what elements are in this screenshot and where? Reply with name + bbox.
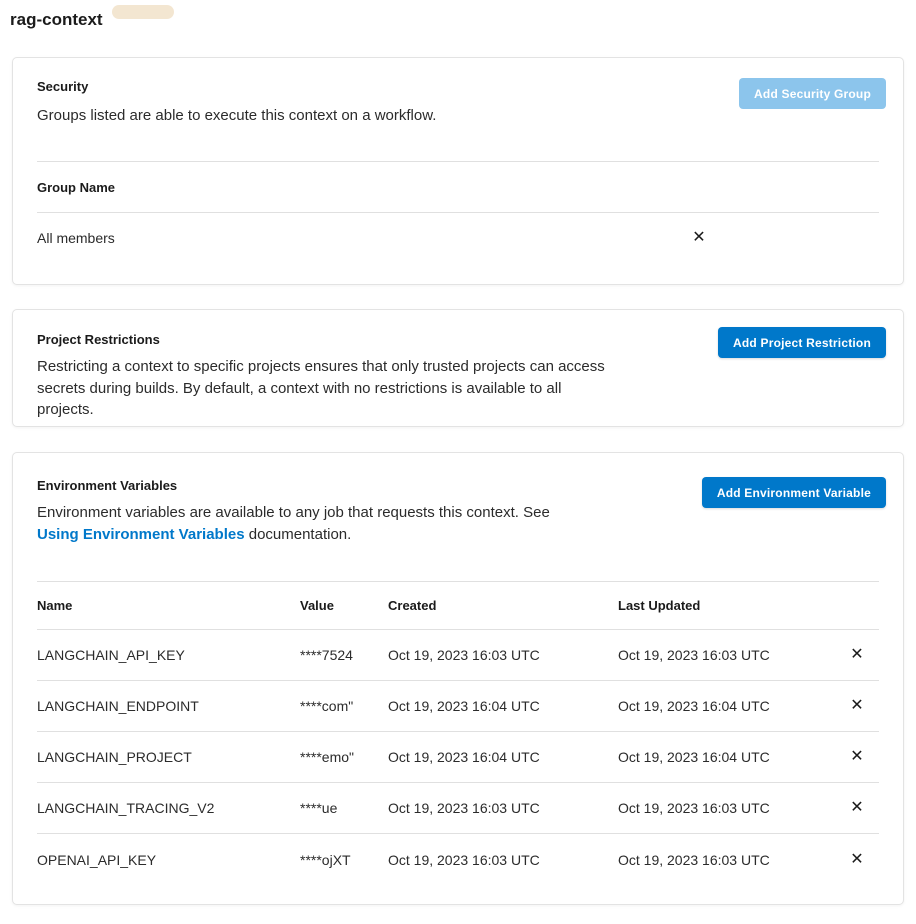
env-var-created: Oct 19, 2023 16:04 UTC — [388, 698, 540, 714]
description-text: Environment variables are available to a… — [37, 504, 550, 521]
env-var-name: LANGCHAIN_TRACING_V2 — [37, 800, 215, 816]
close-icon: ✕ — [850, 748, 864, 765]
env-var-created: Oct 19, 2023 16:03 UTC — [388, 800, 540, 816]
close-icon: ✕ — [850, 850, 864, 868]
env-var-value: ****ue — [300, 800, 338, 816]
env-var-value: ****emo" — [300, 749, 354, 765]
env-var-row: LANGCHAIN_TRACING_V2 ****ue Oct 19, 2023… — [37, 783, 879, 834]
divider — [37, 211, 879, 213]
remove-variable-button[interactable]: ✕ — [850, 749, 863, 765]
env-var-name: LANGCHAIN_PROJECT — [37, 749, 192, 765]
screenshot-artifact — [112, 5, 174, 19]
column-header-name: Name — [37, 598, 73, 613]
close-icon: ✕ — [692, 229, 706, 246]
env-var-row: OPENAI_API_KEY ****ojXT Oct 19, 2023 16:… — [37, 834, 879, 885]
env-var-value: ****ojXT — [300, 851, 351, 868]
env-var-last-updated: Oct 19, 2023 16:03 UTC — [618, 647, 770, 663]
using-environment-variables-link[interactable]: Using Environment Variables — [37, 526, 245, 543]
env-var-last-updated: Oct 19, 2023 16:04 UTC — [618, 749, 770, 765]
group-name-column-header: Group Name — [37, 179, 116, 195]
env-var-created: Oct 19, 2023 16:03 UTC — [388, 647, 540, 663]
remove-variable-button[interactable]: ✕ — [850, 698, 863, 714]
environment-variables-description: Environment variables are available to a… — [37, 502, 585, 545]
close-icon: ✕ — [850, 799, 864, 816]
table-header-row: Name Value Created Last Updated — [37, 582, 879, 630]
remove-variable-button[interactable]: ✕ — [850, 800, 863, 816]
group-name: All members — [37, 229, 115, 246]
close-icon: ✕ — [850, 646, 864, 663]
close-icon: ✕ — [850, 697, 864, 714]
add-environment-variable-button[interactable]: Add Environment Variable — [701, 477, 886, 508]
column-header-created: Created — [388, 598, 437, 613]
env-var-created: Oct 19, 2023 16:03 UTC — [388, 851, 540, 868]
environment-variables-table: Name Value Created Last Updated LANGCHAI… — [37, 582, 879, 885]
column-header-last-updated: Last Updated — [618, 598, 701, 613]
security-group-row: All members ✕ — [37, 230, 879, 247]
env-var-last-updated: Oct 19, 2023 16:03 UTC — [618, 851, 770, 868]
project-restrictions-card: Add Project Restriction Project Restrict… — [12, 309, 904, 427]
env-var-last-updated: Oct 19, 2023 16:03 UTC — [618, 800, 770, 816]
add-security-group-button[interactable]: Add Security Group — [739, 78, 886, 109]
divider — [37, 160, 879, 162]
env-var-value: ****com" — [300, 698, 354, 714]
description-text: documentation. — [244, 525, 352, 543]
security-card: Add Security Group Security Groups liste… — [12, 57, 904, 285]
remove-variable-button[interactable]: ✕ — [850, 647, 863, 663]
env-var-name: LANGCHAIN_ENDPOINT — [37, 698, 199, 714]
remove-variable-button[interactable]: ✕ — [850, 850, 864, 868]
column-header-value: Value — [300, 598, 334, 613]
env-var-row: LANGCHAIN_ENDPOINT ****com" Oct 19, 2023… — [37, 681, 879, 732]
add-project-restriction-button[interactable]: Add Project Restriction — [718, 327, 886, 358]
project-restrictions-description: Restricting a context to specific projec… — [37, 358, 605, 418]
env-var-last-updated: Oct 19, 2023 16:04 UTC — [618, 698, 770, 714]
env-var-name: OPENAI_API_KEY — [37, 851, 157, 868]
remove-group-button[interactable]: ✕ — [688, 230, 710, 246]
env-var-name: LANGCHAIN_API_KEY — [37, 647, 185, 663]
env-var-row: LANGCHAIN_PROJECT ****emo" Oct 19, 2023 … — [37, 732, 879, 783]
environment-variables-card: Add Environment Variable Environment Var… — [12, 452, 904, 905]
env-var-value: ****7524 — [300, 647, 353, 663]
env-var-row: LANGCHAIN_API_KEY ****7524 Oct 19, 2023 … — [37, 630, 879, 681]
env-var-created: Oct 19, 2023 16:04 UTC — [388, 749, 540, 765]
